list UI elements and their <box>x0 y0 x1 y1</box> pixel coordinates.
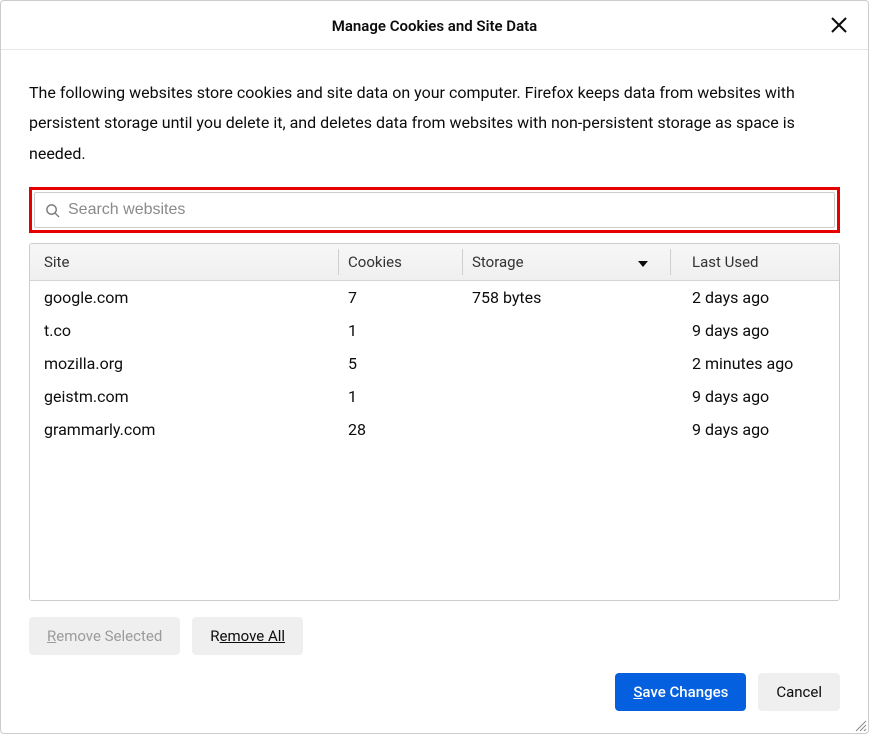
remove-selected-accel: R <box>47 627 56 645</box>
cell-cookies: 7 <box>338 281 462 314</box>
close-button[interactable] <box>824 10 854 40</box>
cell-cookies: 28 <box>338 413 462 446</box>
remove-all-button[interactable]: Remove All <box>192 617 303 655</box>
search-field-container[interactable] <box>34 192 835 228</box>
cell-storage: 758 bytes <box>462 281 670 314</box>
cell-last_used: 9 days ago <box>670 380 839 413</box>
column-header-site[interactable]: Site <box>30 244 338 280</box>
dialog-header: Manage Cookies and Site Data <box>1 1 868 50</box>
sites-table: Site Cookies Storage Last Used google.co… <box>29 243 840 601</box>
dialog-body: The following websites store cookies and… <box>1 50 868 655</box>
dialog-title: Manage Cookies and Site Data <box>332 17 537 35</box>
cancel-button[interactable]: Cancel <box>758 673 840 711</box>
cell-cookies: 1 <box>338 380 462 413</box>
cell-site: grammarly.com <box>30 413 338 446</box>
table-row[interactable]: t.co1 9 days ago <box>30 314 839 347</box>
cell-site: mozilla.org <box>30 347 338 380</box>
dialog-description: The following websites store cookies and… <box>29 78 840 169</box>
column-header-cookies[interactable]: Cookies <box>338 244 462 280</box>
remove-selected-rest: emove Selected <box>56 627 162 645</box>
remove-all-prefix: R <box>210 627 219 645</box>
chevron-down-icon <box>638 261 648 267</box>
save-rest: ave Changes <box>642 683 728 701</box>
cell-last_used: 9 days ago <box>670 314 839 347</box>
cell-storage <box>462 347 670 380</box>
remove-selected-button[interactable]: Remove Selected <box>29 617 180 655</box>
remove-buttons-row: Remove Selected Remove All <box>29 617 840 655</box>
cell-last_used: 2 days ago <box>670 281 839 314</box>
table-row[interactable]: grammarly.com28 9 days ago <box>30 413 839 446</box>
cell-site: t.co <box>30 314 338 347</box>
remove-all-accel: emove All <box>220 627 285 645</box>
cell-cookies: 5 <box>338 347 462 380</box>
table-body[interactable]: google.com7758 bytes2 days agot.co19 day… <box>30 281 839 600</box>
cell-site: geistm.com <box>30 380 338 413</box>
cell-last_used: 9 days ago <box>670 413 839 446</box>
search-highlight-box <box>29 187 840 233</box>
search-icon <box>45 203 60 218</box>
cell-storage <box>462 413 670 446</box>
close-icon <box>830 16 848 34</box>
table-row[interactable]: geistm.com1 9 days ago <box>30 380 839 413</box>
table-row[interactable]: mozilla.org5 2 minutes ago <box>30 347 839 380</box>
cell-site: google.com <box>30 281 338 314</box>
table-header-row: Site Cookies Storage Last Used <box>30 244 839 281</box>
column-header-storage-label: Storage <box>472 253 524 271</box>
dialog-footer: Save Changes Cancel <box>1 655 868 733</box>
column-header-last-used[interactable]: Last Used <box>670 244 839 280</box>
cell-storage <box>462 314 670 347</box>
manage-cookies-dialog: Manage Cookies and Site Data The followi… <box>0 0 869 734</box>
search-input[interactable] <box>68 201 824 219</box>
table-row[interactable]: google.com7758 bytes2 days ago <box>30 281 839 314</box>
resize-grip[interactable] <box>853 718 867 732</box>
save-changes-button[interactable]: Save Changes <box>615 673 746 711</box>
resize-grip-icon <box>853 718 867 732</box>
cell-last_used: 2 minutes ago <box>670 347 839 380</box>
column-header-storage[interactable]: Storage <box>462 244 670 280</box>
cell-cookies: 1 <box>338 314 462 347</box>
cell-storage <box>462 380 670 413</box>
sort-indicator <box>638 253 648 271</box>
